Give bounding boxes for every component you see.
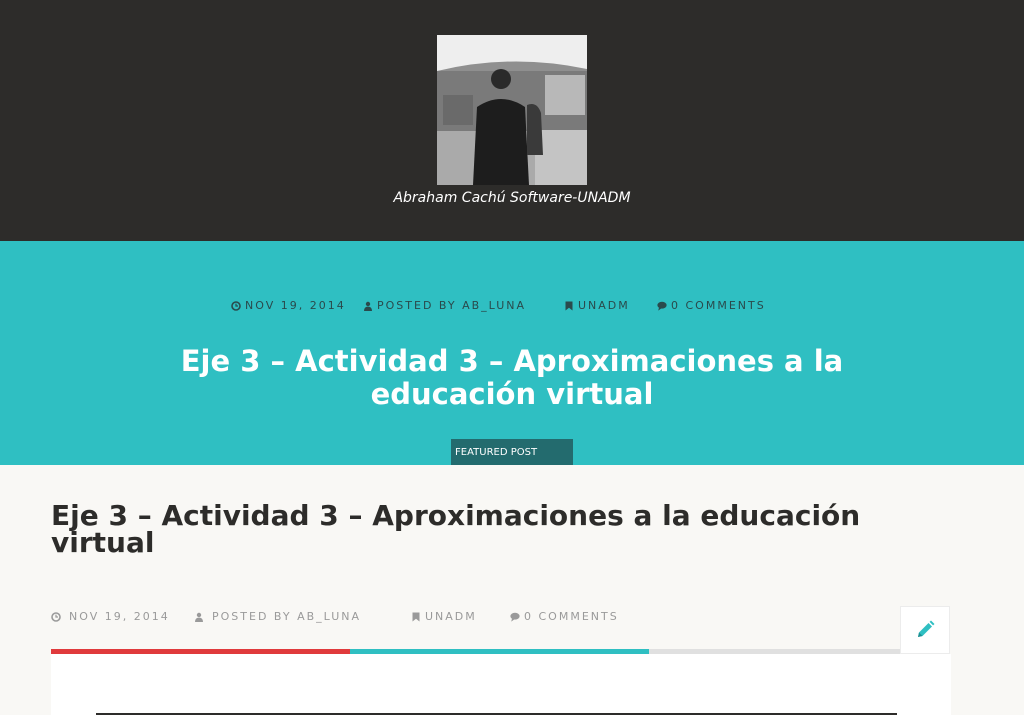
post-date-text: NOV 19, 2014 [69,610,170,623]
comments-icon [510,612,520,622]
avatar-photo [437,35,587,185]
hero-comments-text: 0 COMMENTS [671,299,766,312]
user-icon [364,301,372,311]
comments-icon [657,301,667,311]
author-avatar[interactable] [437,35,587,185]
hero-author-text: POSTED BY AB_LUNA [377,299,527,312]
site-header: Abraham Cachú Software-UNADM [0,0,1024,241]
post-date[interactable]: NOV 19, 2014 [51,610,170,623]
clock-icon [231,300,241,311]
hero-category-text: UNADM [578,299,630,312]
hero-category[interactable]: UNADM [564,299,630,312]
hero-post-title[interactable]: Eje 3 – Actividad 3 – Aproximaciones a l… [150,345,874,411]
featured-hero: NOV 19, 2014 POSTED BY AB_LUNA UNADM 0 C… [0,241,1024,465]
pencil-icon [918,620,935,637]
hero-comments[interactable]: 0 COMMENTS [657,299,766,312]
hero-date-text: NOV 19, 2014 [245,299,346,312]
bookmark-icon [412,612,420,621]
post-category[interactable]: UNADM [411,610,477,623]
post-title[interactable]: Eje 3 – Actividad 3 – Aproximaciones a l… [51,502,931,557]
post-content-card [51,654,951,715]
edit-post-button[interactable] [900,606,950,654]
hero-post-meta: NOV 19, 2014 POSTED BY AB_LUNA UNADM 0 C… [0,299,1024,315]
user-icon [195,612,203,622]
post-comments-text: 0 COMMENTS [524,610,619,623]
site-title[interactable]: Abraham Cachú Software-UNADM [0,187,1024,209]
post-author-text: POSTED BY AB_LUNA [212,610,362,623]
post-category-text: UNADM [425,610,477,623]
post-comments[interactable]: 0 COMMENTS [510,610,619,623]
post-author[interactable]: POSTED BY AB_LUNA [194,610,361,623]
featured-post-badge: FEATURED POST [451,439,573,465]
clock-icon [51,611,61,622]
post-meta: NOV 19, 2014 POSTED BY AB_LUNA UNADM 0 C… [0,610,1024,626]
bookmark-icon [565,301,573,310]
hero-date[interactable]: NOV 19, 2014 [231,299,346,312]
hero-author[interactable]: POSTED BY AB_LUNA [363,299,526,312]
